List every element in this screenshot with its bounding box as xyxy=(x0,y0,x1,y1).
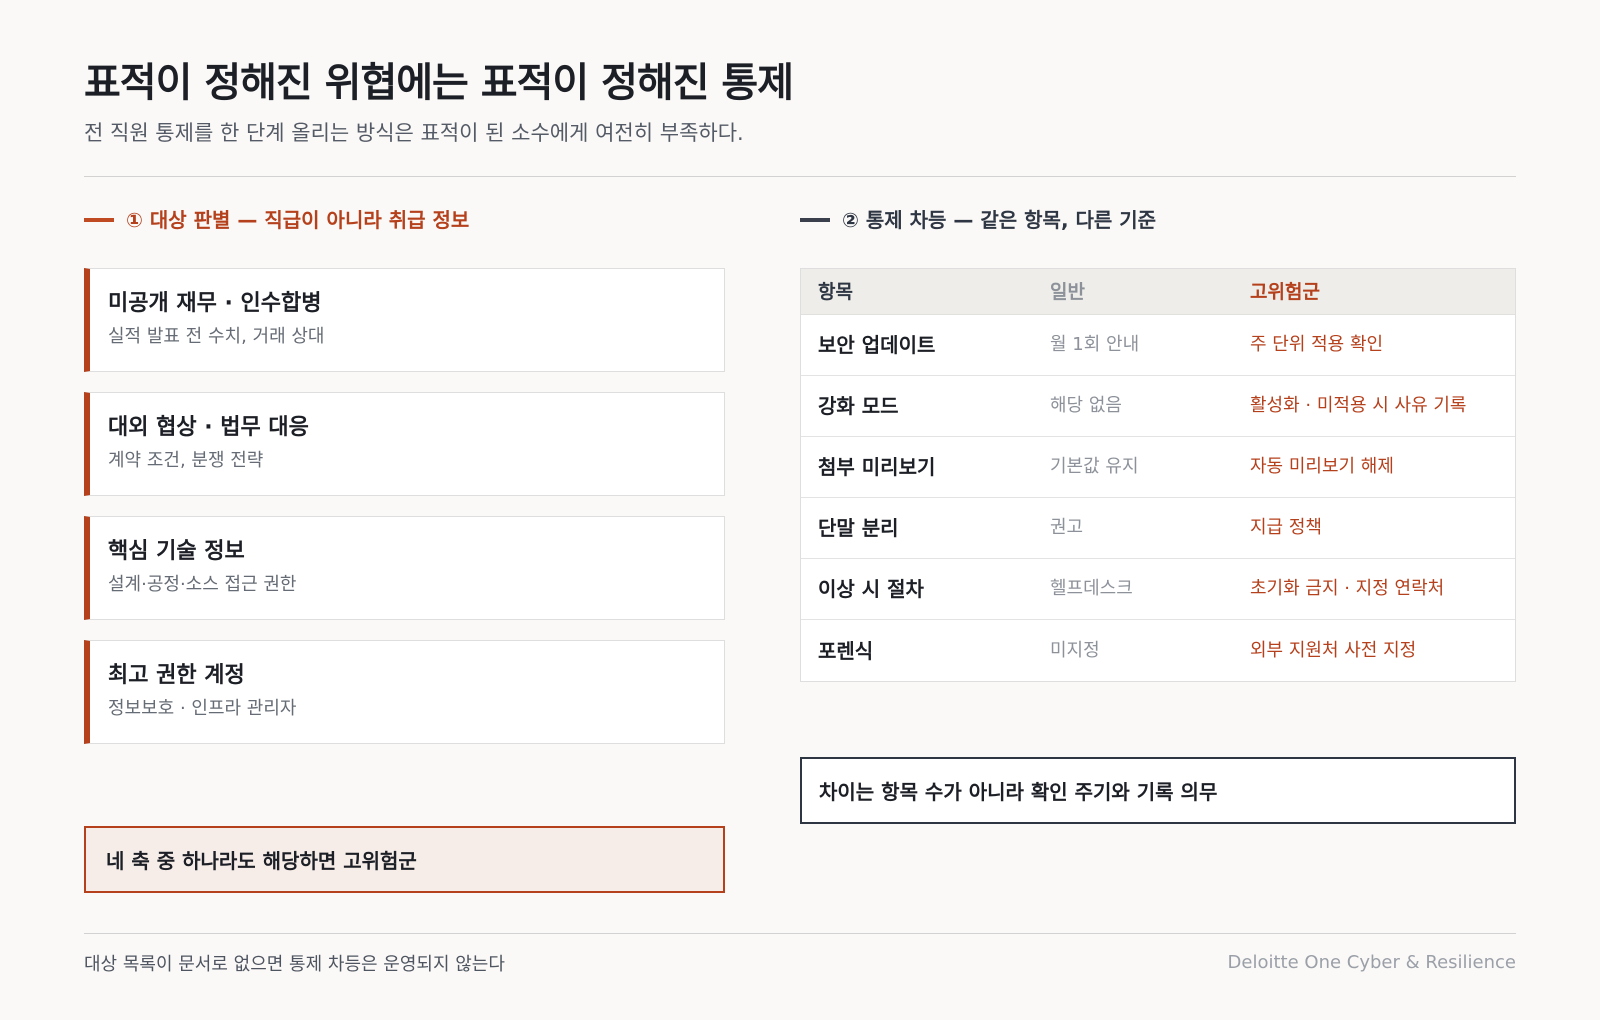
row-high-risk: 자동 미리보기 해제 xyxy=(1250,456,1394,477)
row-high-risk: 외부 지원처 사전 지정 xyxy=(1250,639,1417,661)
target-identification-heading: ① 대상 판별 — 직급이 아니라 취급 정보 xyxy=(84,206,469,234)
row-item: 단말 분리 xyxy=(818,516,899,540)
footer-brand: Deloitte One Cyber & Resilience xyxy=(1227,952,1516,973)
page-subtitle: 전 직원 통제를 한 단계 올리는 방식은 표적이 된 소수에게 여전히 부족하… xyxy=(84,121,744,145)
header-divider xyxy=(84,176,1516,177)
control-difference-callout: 차이는 항목 수가 아니라 확인 주기와 기록 의무 xyxy=(800,757,1516,824)
criteria-card-technology: 핵심 기술 정보 설계·공정·소스 접근 권한 xyxy=(84,516,725,620)
criteria-card-title: 대외 협상 · 법무 대응 xyxy=(108,415,309,440)
page-title: 표적이 정해진 위협에는 표적이 정해진 통제 xyxy=(84,60,794,106)
slide: 표적이 정해진 위협에는 표적이 정해진 통제 전 직원 통제를 한 단계 올리… xyxy=(84,56,1516,986)
row-item: 보안 업데이트 xyxy=(818,333,936,357)
row-item: 첨부 미리보기 xyxy=(818,455,936,479)
row-general: 기본값 유지 xyxy=(1050,456,1139,477)
criteria-card-title: 핵심 기술 정보 xyxy=(108,539,245,564)
criteria-card-title: 최고 권한 계정 xyxy=(108,663,245,688)
footer-divider xyxy=(84,933,1516,934)
row-high-risk: 지급 정책 xyxy=(1250,517,1322,538)
criteria-card-desc: 계약 조건, 분쟁 전략 xyxy=(108,450,264,471)
target-identification-heading-text: ① 대상 판별 — 직급이 아니라 취급 정보 xyxy=(126,208,470,232)
row-general: 권고 xyxy=(1050,517,1084,538)
table-row: 보안 업데이트 월 1회 안내 주 단위 적용 확인 xyxy=(801,315,1515,376)
table-row: 강화 모드 해당 없음 활성화 · 미적용 시 사유 기록 xyxy=(801,376,1515,437)
table-row: 포렌식 미지정 외부 지원처 사전 지정 xyxy=(801,620,1515,681)
row-general: 월 1회 안내 xyxy=(1050,334,1140,355)
row-item: 강화 모드 xyxy=(818,394,899,418)
criteria-card-negotiation: 대외 협상 · 법무 대응 계약 조건, 분쟁 전략 xyxy=(84,392,725,496)
control-differentiation-heading-text: ② 통제 차등 — 같은 항목, 다른 기준 xyxy=(842,208,1157,232)
criteria-card-financial: 미공개 재무 · 인수합병 실적 발표 전 수치, 거래 상대 xyxy=(84,268,725,372)
row-general: 미지정 xyxy=(1050,639,1100,661)
control-comparison: 항목 일반 고위험군 보안 업데이트 월 1회 안내 주 단위 적용 확인 강화… xyxy=(800,268,1516,824)
accent-bar-icon xyxy=(84,218,114,222)
column-header-general: 일반 xyxy=(1050,280,1085,303)
criteria-card-desc: 실적 발표 전 수치, 거래 상대 xyxy=(108,326,325,347)
control-comparison-table: 항목 일반 고위험군 보안 업데이트 월 1회 안내 주 단위 적용 확인 강화… xyxy=(800,268,1516,682)
row-high-risk: 주 단위 적용 확인 xyxy=(1250,334,1384,355)
criteria-card-title: 미공개 재무 · 인수합병 xyxy=(108,291,322,316)
high-risk-criteria-callout: 네 축 중 하나라도 해당하면 고위험군 xyxy=(84,826,725,893)
row-high-risk: 활성화 · 미적용 시 사유 기록 xyxy=(1250,395,1467,416)
row-general: 해당 없음 xyxy=(1050,395,1122,416)
table-row: 이상 시 절차 헬프데스크 초기화 금지 · 지정 연락처 xyxy=(801,559,1515,620)
table-row: 첨부 미리보기 기본값 유지 자동 미리보기 해제 xyxy=(801,437,1515,498)
criteria-card-desc: 설계·공정·소스 접근 권한 xyxy=(108,574,297,595)
row-general: 헬프데스크 xyxy=(1050,578,1133,599)
row-high-risk: 초기화 금지 · 지정 연락처 xyxy=(1250,578,1445,599)
criteria-card-privileged-account: 최고 권한 계정 정보보호 · 인프라 관리자 xyxy=(84,640,725,744)
column-header-high-risk: 고위험군 xyxy=(1250,280,1320,303)
column-header-item: 항목 xyxy=(818,280,853,303)
footer-note: 대상 목록이 문서로 없으면 통제 차등은 운영되지 않는다 xyxy=(84,954,505,975)
row-item: 이상 시 절차 xyxy=(818,577,924,601)
control-differentiation-heading: ② 통제 차등 — 같은 항목, 다른 기준 xyxy=(800,206,1156,234)
dark-bar-icon xyxy=(800,218,830,222)
target-criteria-list: 미공개 재무 · 인수합병 실적 발표 전 수치, 거래 상대 대외 협상 · … xyxy=(84,268,725,893)
row-item: 포렌식 xyxy=(818,638,874,663)
table-header-row: 항목 일반 고위험군 xyxy=(801,269,1515,315)
criteria-card-desc: 정보보호 · 인프라 관리자 xyxy=(108,698,297,719)
table-row: 단말 분리 권고 지급 정책 xyxy=(801,498,1515,559)
